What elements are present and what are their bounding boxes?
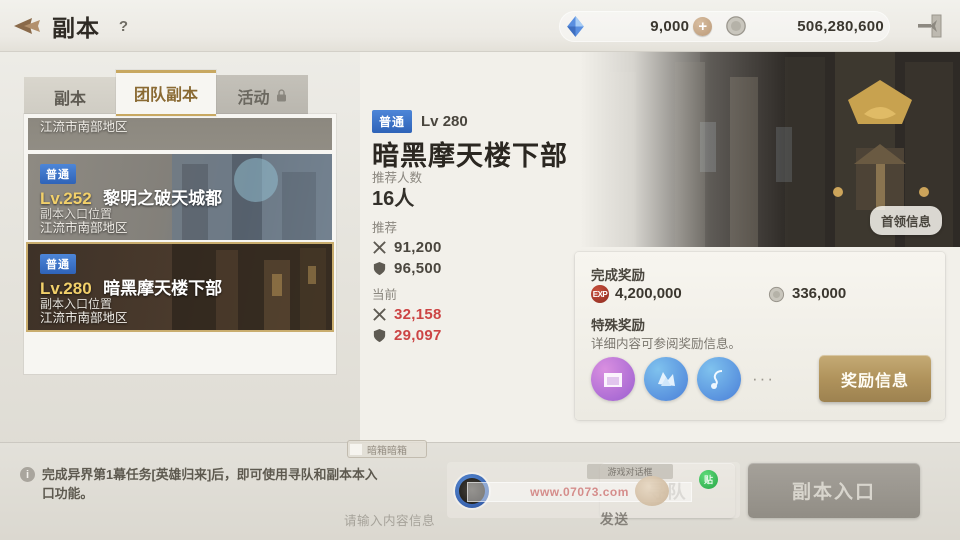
coin-icon [768,286,785,303]
reward-card: 完成奖励 EXP 4,200,000 336,000 特殊奖励 详细内容可参阅奖… [575,252,945,420]
recommended-attack-row: 91,200 [372,237,442,258]
status-badge: 贴 [699,470,718,489]
chat-overlay[interactable]: 游戏对话框 www.07073.com 贴 [447,462,740,518]
info-text: 完成异界第1幕任务[英雄归来]后，即可使用寻队和副本本入口功能。 [42,467,378,501]
watermark-blob [635,476,669,506]
watermark-tag: 游戏对话框 [587,464,673,479]
gold-value: 336,000 [792,285,847,302]
difficulty-badge: 普通 [40,164,76,184]
exp-icon: EXP [591,285,609,303]
dungeon-level: Lv.280 [40,279,92,298]
swords-icon [373,308,386,321]
party-size-block: 推荐人数 16人 [372,170,422,211]
boss-info-button[interactable]: 首领信息 [869,206,942,235]
floating-tag-label: 暗箱暗箱 [367,445,407,457]
dungeon-entry-label: 副本入口位置 [40,207,113,221]
dungeon-list[interactable]: 江流市南部地区 普通 Lv.252 黎明之破天城都 副本入口位置 江流市南部地区 [24,114,336,374]
detail-dungeon-name: 暗黑摩天楼下部 [372,141,568,171]
gem-value: 9,000 [650,17,690,35]
tab-bar: 副本 团队副本 活动 [24,70,309,116]
shield-icon [373,261,386,276]
currency-bar: 9,000 + 506,280,600 [559,10,954,42]
detail-difficulty-badge: 普通 [372,110,413,133]
special-reward-desc: 详细内容可参阅奖励信息。 [591,337,742,351]
crystal-shard-icon[interactable] [644,357,688,401]
chat-input-placeholder[interactable]: 请输入内容信息 [344,510,435,529]
tab-raid[interactable]: 团队副本 [116,70,217,116]
enter-dungeon-button[interactable]: 副本入口 [748,463,920,518]
current-defense-value: 29,097 [394,327,442,344]
reward-item-icons: ··· [591,357,775,401]
tab-dungeon[interactable]: 副本 [24,77,116,116]
gem-currency[interactable]: 9,000 + 506,280,600 [559,10,890,42]
crystal-icon [567,15,585,37]
tab-raid-label: 团队副本 [134,87,199,104]
tab-dungeon-label: 副本 [53,90,86,108]
current-attack-value: 32,158 [394,306,442,323]
recommended-stats-block: 推荐 91,200 96,500 [372,220,442,279]
detail-level: Lv 280 [421,113,468,130]
difficulty-badge: 普通 [40,254,76,274]
current-attack-row: 32,158 [372,304,442,325]
back-arrow-icon[interactable] [10,11,50,41]
recommended-defense-value: 96,500 [394,260,442,277]
pendant-icon[interactable] [697,357,741,401]
dungeon-location: 江流市南部地区 [40,221,128,235]
dungeon-level: Lv.252 [40,189,92,208]
tab-event[interactable]: 活动 [216,75,309,116]
add-gem-button[interactable]: + [693,16,713,36]
party-size-label: 推荐人数 [372,171,423,185]
lock-icon [276,89,286,102]
exit-door-icon[interactable] [912,11,946,41]
coin-value: 506,280,600 [797,17,884,35]
dungeon-preview-image: 首领信息 [580,52,960,247]
party-size-value: 16人 [372,188,415,210]
current-label: 当前 [372,288,398,302]
floating-tag-square [350,444,362,455]
treasure-box-icon[interactable] [591,357,635,401]
special-reward-label: 特殊奖励 [591,318,645,333]
dungeon-location: 江流市南部地区 [40,120,128,134]
floating-tag: 暗箱暗箱 [347,440,427,458]
shield-icon [373,328,386,343]
page-title: 副本 [52,15,100,41]
complete-reward-label: 完成奖励 [591,268,645,283]
dungeon-entry-label: 副本入口位置 [40,297,113,311]
dungeon-name: 黎明之破天城都 [103,189,223,208]
dungeon-location: 江流市南部地区 [40,311,128,325]
current-defense-row: 29,097 [372,325,442,346]
top-bar: 副本 ? 9,000 + 506,280,600 [0,0,960,52]
current-stats-block: 当前 32,158 29,097 [372,287,442,346]
send-button[interactable]: 发送 [600,508,629,528]
reward-info-button[interactable]: 奖励信息 [819,355,931,402]
detail-panel: 首领信息 普通 Lv 280 暗黑摩天楼下部 推荐人数 16人 推荐 91,20… [360,52,960,442]
coin-icon [726,16,747,36]
swords-icon [373,241,386,254]
game-screen: 副本 ? 9,000 + 506,280,600 副本 团队副本 活动 江流市南… [0,0,960,540]
recommended-defense-row: 96,500 [372,258,442,279]
help-icon[interactable]: ? [111,14,136,39]
exp-value: 4,200,000 [615,285,682,302]
list-item-selected[interactable]: 普通 Lv.280 暗黑摩天楼下部 副本入口位置 江流市南部地区 [28,244,332,330]
dungeon-name: 暗黑摩天楼下部 [103,279,223,298]
list-item[interactable]: 普通 Lv.252 黎明之破天城都 副本入口位置 江流市南部地区 [28,154,332,240]
dungeon-title: Lv.280 暗黑摩天楼下部 [40,274,222,299]
more-rewards-ellipsis: ··· [752,369,775,388]
dungeon-title: Lv.252 黎明之破天城都 [40,184,222,209]
tab-event-label: 活动 [237,89,270,107]
recommended-label: 推荐 [372,221,398,235]
recommended-attack-value: 91,200 [394,239,442,256]
detail-header: 普通 Lv 280 [372,110,468,133]
info-icon: i [20,467,35,482]
left-panel: 副本 团队副本 活动 江流市南部地区 普通 Lv.252 黎明之破天城都 副本入… [0,52,360,482]
list-item[interactable]: 江流市南部地区 [28,118,332,150]
